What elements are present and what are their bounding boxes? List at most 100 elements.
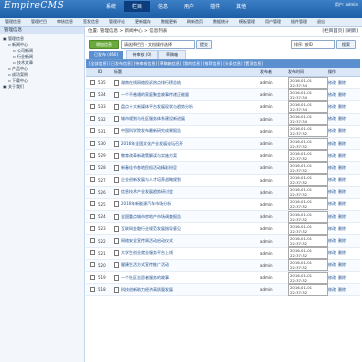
row-checkbox[interactable] xyxy=(89,103,95,109)
row-op-link[interactable]: 删除 xyxy=(338,287,346,292)
row-title-link[interactable]: 新春佳节各地民俗活动精彩纷呈 xyxy=(121,165,177,171)
row-op-link[interactable]: 修改 xyxy=(328,201,336,206)
row-title-link[interactable]: 网络安全宣传周活动启动仪式 xyxy=(121,238,173,244)
row-checkbox[interactable] xyxy=(89,91,95,97)
row-checkbox[interactable] xyxy=(89,152,95,158)
row-title-link[interactable]: 大学生创业就业服务平台上线 xyxy=(121,250,173,256)
row-op-link[interactable]: 修改 xyxy=(328,80,336,85)
row-title-link[interactable]: 健康生活方式宣传推广活动 xyxy=(121,262,169,268)
row-op-link[interactable]: 删除 xyxy=(338,80,346,85)
row-op-link[interactable]: 删除 xyxy=(338,238,346,243)
row-checkbox[interactable] xyxy=(89,189,95,195)
subnav-item[interactable]: 审核信息 xyxy=(52,18,78,26)
row-title-link[interactable]: 信息技术产业发展趋势研讨会 xyxy=(121,189,173,195)
row-op-link[interactable]: 修改 xyxy=(328,165,336,170)
subnav-item[interactable]: 数据更新 xyxy=(156,18,182,26)
sort-select[interactable]: 排序: 按ID xyxy=(291,40,335,49)
row-checkbox[interactable] xyxy=(89,140,95,146)
subnav-item[interactable]: 插件管理 xyxy=(286,18,312,26)
row-op-link[interactable]: 修改 xyxy=(328,226,336,231)
row-checkbox[interactable] xyxy=(89,250,95,256)
row-op-link[interactable]: 删除 xyxy=(338,128,346,133)
row-checkbox[interactable] xyxy=(89,262,95,268)
row-checkbox[interactable] xyxy=(89,225,95,231)
row-op-link[interactable]: 删除 xyxy=(338,214,346,219)
row-checkbox[interactable] xyxy=(89,201,95,207)
breadcrumb-links[interactable]: [栏目首页] [刷新] xyxy=(323,27,358,36)
topnav-item[interactable]: 信息 xyxy=(150,1,176,12)
row-op-link[interactable]: 删除 xyxy=(338,104,346,109)
row-title-link[interactable]: 互联网金融行业规范发展指导意见 xyxy=(121,226,181,232)
tab-item[interactable]: 待审核 (0) xyxy=(126,50,158,59)
row-checkbox[interactable] xyxy=(89,177,95,183)
sidebar-tree-item[interactable]: ▣ 关于我们 xyxy=(3,84,81,90)
row-op-link[interactable]: 删除 xyxy=(338,141,346,146)
row-op-link[interactable]: 修改 xyxy=(328,250,336,255)
row-op-link[interactable]: 删除 xyxy=(338,250,346,255)
topnav-item[interactable]: 系统 xyxy=(98,1,124,12)
row-op-link[interactable]: 修改 xyxy=(328,177,336,182)
row-op-link[interactable]: 删除 xyxy=(338,177,346,182)
row-op-link[interactable]: 修改 xyxy=(328,275,336,280)
row-op-link[interactable]: 修改 xyxy=(328,287,336,292)
row-title-link[interactable]: 一个社区志愿者服务的故事 xyxy=(121,275,169,281)
subnav-item[interactable]: 更新缓存 xyxy=(130,18,156,26)
row-op-link[interactable]: 修改 xyxy=(328,116,336,121)
row-op-link[interactable]: 修改 xyxy=(328,92,336,97)
row-checkbox[interactable] xyxy=(89,116,95,122)
row-op-link[interactable]: 删除 xyxy=(338,275,346,280)
subnav-item[interactable]: 用户管理 xyxy=(260,18,286,26)
row-op-link[interactable]: 修改 xyxy=(328,104,336,109)
row-title-link[interactable]: 企业创新发展与人才培养战略规划 xyxy=(121,177,181,183)
row-title-link[interactable]: 盘点十大新媒体平台发展现状与趋势分析 xyxy=(121,104,193,110)
row-op-link[interactable]: 删除 xyxy=(338,116,346,121)
subnav-item[interactable]: 管理信息 xyxy=(0,18,26,26)
row-op-link[interactable]: 删除 xyxy=(338,226,346,231)
row-op-link[interactable]: 删除 xyxy=(338,153,346,158)
row-checkbox[interactable] xyxy=(89,238,95,244)
row-op-link[interactable]: 删除 xyxy=(338,92,346,97)
row-title-link[interactable]: 湖南在线网络投诉热点排行榜总结 xyxy=(121,80,181,86)
row-title-link[interactable]: 科技创新助力经济高质量发展 xyxy=(121,287,173,293)
row-op-link[interactable]: 修改 xyxy=(328,214,336,219)
row-op-link[interactable]: 删除 xyxy=(338,201,346,206)
row-op-link[interactable]: 修改 xyxy=(328,189,336,194)
submit-button[interactable]: 提交 xyxy=(196,40,212,49)
row-op-link[interactable]: 修改 xyxy=(328,141,336,146)
row-checkbox[interactable] xyxy=(89,164,95,170)
row-title-link[interactable]: 教育改革新政策解读与实施方案 xyxy=(121,153,177,159)
row-op-link[interactable]: 删除 xyxy=(338,262,346,267)
row-op-link[interactable]: 修改 xyxy=(328,153,336,158)
row-checkbox[interactable] xyxy=(89,286,95,292)
row-title-link[interactable]: 中国科学院发布最新研究成果报告 xyxy=(121,128,181,134)
subnav-item[interactable]: 刷新首页 xyxy=(182,18,208,26)
row-op-link[interactable]: 修改 xyxy=(328,238,336,243)
row-op-link[interactable]: 删除 xyxy=(338,165,346,170)
row-title-link[interactable]: 2016年新能源汽车市场分析 xyxy=(121,201,171,207)
subnav-item[interactable]: 模板管理 xyxy=(234,18,260,26)
subnav-item[interactable]: 管理栏目 xyxy=(26,18,52,26)
subnav-item[interactable]: 退出 xyxy=(312,18,330,26)
row-title-link[interactable]: 全国重点城市房地产市场调查报告 xyxy=(121,214,181,220)
search-button[interactable]: 搜索 xyxy=(336,40,356,49)
tab-item[interactable]: 已发布 (460) xyxy=(89,51,123,59)
row-checkbox[interactable] xyxy=(89,79,95,85)
row-title-link[interactable]: 2016年全国文化产业发展论坛召开 xyxy=(121,141,183,147)
subnav-item[interactable]: 签发信息 xyxy=(78,18,104,26)
row-op-link[interactable]: 修改 xyxy=(328,262,336,267)
subnav-item[interactable]: 数据统计 xyxy=(208,18,234,26)
row-title-link[interactable]: 城市规划与社区服务体系建设新进展 xyxy=(121,116,185,122)
row-op-link[interactable]: 修改 xyxy=(328,128,336,133)
row-checkbox[interactable] xyxy=(89,128,95,134)
topnav-item[interactable]: 插件 xyxy=(202,1,228,12)
row-op-link[interactable]: 删除 xyxy=(338,189,346,194)
topnav-item[interactable]: 栏目 xyxy=(124,1,151,12)
category-select[interactable]: 请选择栏目 - 文档操作选择 xyxy=(121,40,195,49)
row-title-link[interactable]: 一个不普通的家庭聚会故事传递正能量 xyxy=(121,92,189,98)
quick-filter-links[interactable]: [全部信息] [已发布信息] [待审核信息] [草稿箱信息] [我的信息] [推… xyxy=(86,60,360,68)
topnav-item[interactable]: 用户 xyxy=(176,1,202,12)
subnav-item[interactable]: 管理评论 xyxy=(104,18,130,26)
tab-item[interactable]: 草稿箱 xyxy=(158,50,186,59)
row-checkbox[interactable] xyxy=(89,213,95,219)
row-checkbox[interactable] xyxy=(89,274,95,280)
